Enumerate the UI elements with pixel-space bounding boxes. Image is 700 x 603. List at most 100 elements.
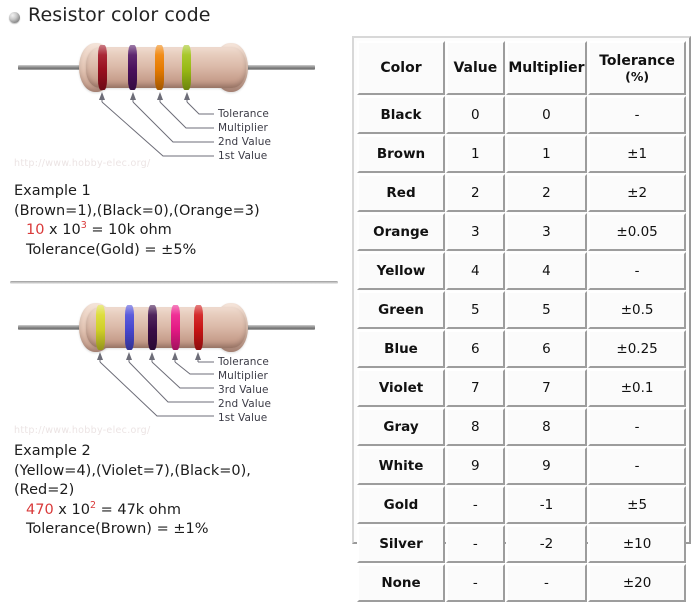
- table-row: None - - ±20: [357, 564, 686, 602]
- table-cell-multiplier: 7: [505, 369, 588, 407]
- table-cell-color: Gray: [357, 408, 446, 446]
- table-cell-multiplier: -2: [505, 525, 588, 563]
- table-row: Silver - -2 ±10: [357, 525, 686, 563]
- watermark-url-2: http://www.hobby-elec.org/: [14, 425, 151, 436]
- table-header-tolerance: Tolerance (%): [588, 41, 686, 95]
- resistor-body: [86, 47, 246, 88]
- table-cell-tolerance: ±20: [588, 564, 686, 602]
- table-row: Orange 3 3 ±0.05: [357, 213, 686, 251]
- example-1-heading: Example 1: [14, 183, 91, 199]
- table-row: Black 0 0-: [357, 96, 686, 134]
- pointer-label-tolerance-2: Tolerance: [218, 356, 269, 368]
- table-header-row: Color Value Multiplier Tolerance (%): [357, 41, 686, 95]
- page-title: Resistor color code: [28, 4, 211, 26]
- table-row: White 9 9-: [357, 447, 686, 485]
- table-cell-color: Black: [357, 96, 446, 134]
- example-2-text: Example 2 (Yellow=4),(Violet=7),(Black=0…: [14, 442, 251, 540]
- table-row: Blue 6 6 ±0.25: [357, 330, 686, 368]
- table-cell-multiplier: -: [505, 564, 588, 602]
- table-header-value: Value: [446, 41, 505, 95]
- table-cell-multiplier: 3: [505, 213, 588, 251]
- resistor-color-code-table: Color Value Multiplier Tolerance (%) Bla…: [356, 40, 687, 603]
- table-header-tolerance-main: Tolerance: [599, 52, 675, 69]
- table-row: Violet 7 7 ±0.1: [357, 369, 686, 407]
- table-row: Green 5 5 ±0.5: [357, 291, 686, 329]
- band-2-blue: [125, 305, 134, 350]
- example-2-heading: Example 2: [14, 443, 91, 459]
- table-cell-color: Blue: [357, 330, 446, 368]
- example-1-mantissa: 10: [26, 222, 45, 238]
- table-cell-multiplier: 0: [505, 96, 588, 134]
- table-cell-multiplier: 9: [505, 447, 588, 485]
- table-cell-tolerance: -: [588, 252, 686, 290]
- resistor-lead-right: [242, 65, 315, 70]
- example-2-colors-line-a: (Yellow=4),(Violet=7),(Black=0),: [14, 462, 251, 479]
- table-cell-value: 3: [446, 213, 505, 251]
- resistor-color-code-table-container: Color Value Multiplier Tolerance (%) Bla…: [352, 36, 691, 602]
- example-1-calculation: 10 x 103 = 10k ohm: [14, 221, 260, 241]
- table-cell-multiplier: 2: [505, 174, 588, 212]
- table-cell-multiplier: 5: [505, 291, 588, 329]
- table-cell-color: Silver: [357, 525, 446, 563]
- table-cell-color: Green: [357, 291, 446, 329]
- band-4-yellow-green: [182, 45, 191, 90]
- example-2-times: x 10: [53, 501, 90, 518]
- example-2-calculation: 470 x 102 = 47k ohm: [14, 500, 251, 521]
- pointer-label-1st-value-2: 1st Value: [218, 412, 268, 424]
- example-1-text: Example 1 (Brown=1),(Black=0),(Orange=3)…: [14, 182, 260, 260]
- table-cell-tolerance: -: [588, 408, 686, 446]
- band-1-red-brown: [98, 45, 107, 90]
- table-cell-tolerance: ±0.25: [588, 330, 686, 368]
- table-cell-tolerance: -: [588, 447, 686, 485]
- example-2-colors-line-b: (Red=2): [14, 482, 75, 498]
- pointer-label-multiplier-2: Multiplier: [218, 370, 268, 382]
- table-cell-value: 6: [446, 330, 505, 368]
- band-3-orange: [155, 45, 164, 90]
- table-cell-value: -: [446, 486, 505, 524]
- resistor-figure-example-2: Tolerance Multiplier 3rd Value 2nd Value…: [0, 292, 348, 437]
- table-cell-color: Red: [357, 174, 446, 212]
- pointer-label-multiplier-1: Multiplier: [218, 122, 268, 134]
- pointer-label-2nd-value-1: 2nd Value: [218, 136, 272, 148]
- band-1-yellow: [96, 305, 105, 350]
- table-cell-multiplier: 6: [505, 330, 588, 368]
- left-column: Resistor color code Tolerance Multiplier…: [0, 0, 348, 552]
- table-header-tolerance-unit: (%): [625, 68, 650, 84]
- table-cell-color: Gold: [357, 486, 446, 524]
- resistor-illustration-2: [0, 292, 348, 364]
- table-cell-multiplier: -1: [505, 486, 588, 524]
- table-cell-multiplier: 4: [505, 252, 588, 290]
- pointer-label-2nd-value-2: 2nd Value: [218, 398, 272, 410]
- table-cell-value: 0: [446, 96, 505, 134]
- resistor-illustration-1: [0, 32, 348, 104]
- band-4-magenta: [171, 305, 180, 350]
- band-2-violet: [128, 45, 137, 90]
- table-cell-value: -: [446, 525, 505, 563]
- band-3-dark-violet: [148, 305, 157, 350]
- table-cell-value: 5: [446, 291, 505, 329]
- example-1-result: = 10k ohm: [86, 222, 172, 238]
- watermark-url-1: http://www.hobby-elec.org/: [14, 158, 151, 169]
- table-cell-color: Violet: [357, 369, 446, 407]
- table-body: Black 0 0- Brown 1 1 ±1 Red 2 2 ±2 Orange 3 3 ±0.05 Yel…: [357, 96, 686, 602]
- table-row: Yellow 4 4-: [357, 252, 686, 290]
- table-cell-tolerance: ±0.05: [588, 213, 686, 251]
- table-cell-multiplier: 1: [505, 135, 588, 173]
- example-2-mantissa: 470: [26, 501, 54, 518]
- pointer-label-3rd-value-2: 3rd Value: [218, 384, 269, 396]
- table-cell-color: Yellow: [357, 252, 446, 290]
- table-cell-tolerance: ±10: [588, 525, 686, 563]
- table-cell-value: -: [446, 564, 505, 602]
- table-row: Gray 8 8-: [357, 408, 686, 446]
- sphere-bullet-icon: [9, 12, 20, 23]
- table-row: Red 2 2 ±2: [357, 174, 686, 212]
- table-cell-value: 2: [446, 174, 505, 212]
- resistor-figure-example-1: Tolerance Multiplier 2nd Value 1st Value: [0, 32, 348, 177]
- table-cell-color: None: [357, 564, 446, 602]
- example-1-colors-line: (Brown=1),(Black=0),(Orange=3): [14, 202, 260, 219]
- table-cell-value: 8: [446, 408, 505, 446]
- table-cell-value: 4: [446, 252, 505, 290]
- pointer-label-1st-value-1: 1st Value: [218, 150, 268, 162]
- table-row: Gold - -1 ±5: [357, 486, 686, 524]
- table-cell-tolerance: ±2: [588, 174, 686, 212]
